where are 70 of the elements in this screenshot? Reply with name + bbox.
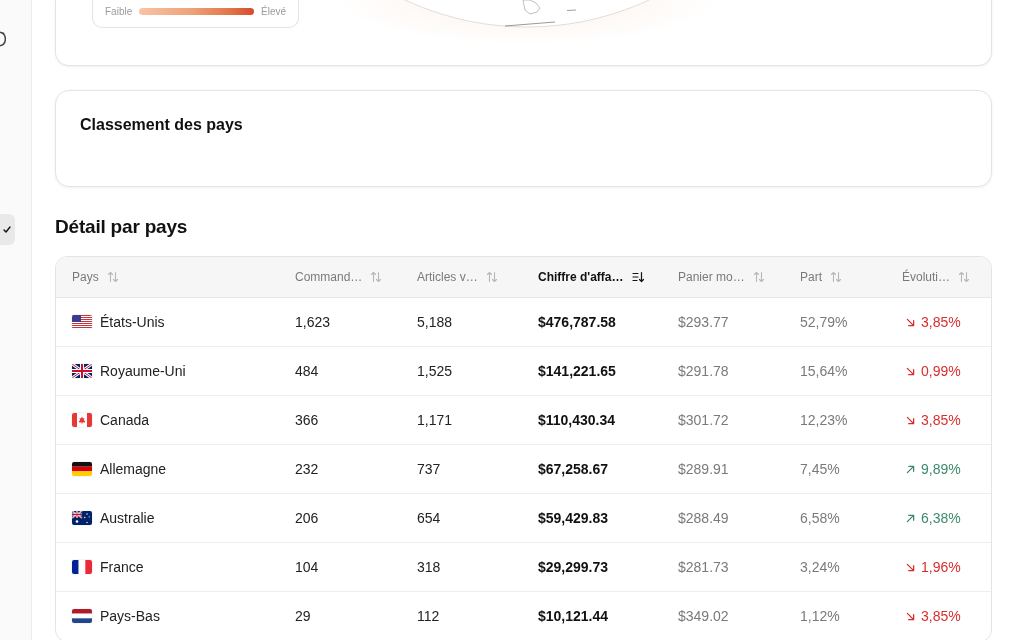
sort-icon [958,271,971,283]
basket-amount: $281.73 [678,559,729,575]
share-percent: 15,64% [800,363,848,379]
share-percent: 1,12% [800,608,840,624]
items-count: 1,171 [417,412,453,428]
share-percent: 52,79% [800,314,848,330]
share-percent: 7,45% [800,461,840,477]
section-title: Détail par pays [55,215,189,238]
items-count: 654 [417,510,441,526]
orders-count: 232 [295,461,319,477]
orders-count: 104 [295,559,319,575]
basket-amount: $288.49 [678,510,729,526]
sort-icon [752,271,765,283]
column-header[interactable]: Articles v… [417,270,498,284]
revenue-amount: $10,121.44 [538,608,609,624]
items-count: 318 [417,559,441,575]
items-count: 5,188 [417,314,453,330]
basket-amount: $289.91 [678,461,729,477]
sort-icon [370,271,383,283]
evolution-percent: 3,85% [921,608,961,624]
country-name: Royaume-Uni [100,363,186,379]
orders-count: 484 [295,363,319,379]
revenue-amount: $29,299.73 [538,559,609,575]
evolution-percent: 9,89% [921,461,961,477]
items-count: 737 [417,461,441,477]
sort-icon [485,271,498,283]
sort-icon [830,271,842,283]
orders-count: 29 [295,608,311,624]
evolution-percent: 6,38% [921,510,961,526]
revenue-amount: $476,787.58 [538,314,616,330]
basket-amount: $301.72 [678,412,729,428]
revenue-amount: $67,258.67 [538,461,609,477]
country-name: Australie [100,510,155,526]
basket-amount: $291.78 [678,363,729,379]
evolution-percent: 3,85% [921,314,961,330]
column-header[interactable]: Chiffre d'affa… [538,270,644,284]
check-icon [3,226,11,233]
column-header[interactable]: Pays [72,270,119,284]
orders-count: 1,623 [295,314,331,330]
arc-icon [0,31,6,47]
share-percent: 3,24% [800,559,840,575]
country-name: France [100,559,144,575]
sort-icon [106,271,119,283]
orders-count: 366 [295,412,319,428]
country-name: Canada [100,412,150,428]
basket-amount: $349.02 [678,608,729,624]
evolution-percent: 3,85% [921,412,961,428]
sort-descending-icon [631,271,644,283]
column-header[interactable]: Panier mo… [678,270,765,284]
column-header[interactable]: Part [800,270,842,284]
card-title: Classement des pays [80,116,244,134]
items-count: 1,525 [417,363,453,379]
revenue-amount: $141,221.65 [538,363,616,379]
column-header[interactable]: Command… [295,270,383,284]
sidebar-item[interactable] [0,214,15,245]
basket-amount: $293.77 [678,314,729,330]
share-percent: 6,58% [800,510,840,526]
column-header[interactable]: Évoluti… [902,270,971,284]
items-count: 112 [417,608,440,624]
revenue-amount: $110,430.34 [538,412,616,428]
country-name: Allemagne [100,461,167,477]
legend-high-label: Élevé [261,6,286,17]
country-name: Pays-Bas [100,608,160,624]
country-name: États-Unis [100,314,165,330]
evolution-percent: 1,96% [921,559,961,575]
legend-low-label: Faible [105,6,133,17]
share-percent: 12,23% [800,412,848,428]
revenue-amount: $59,429.83 [538,510,609,526]
evolution-percent: 0,99% [921,363,961,379]
orders-count: 206 [295,510,319,526]
